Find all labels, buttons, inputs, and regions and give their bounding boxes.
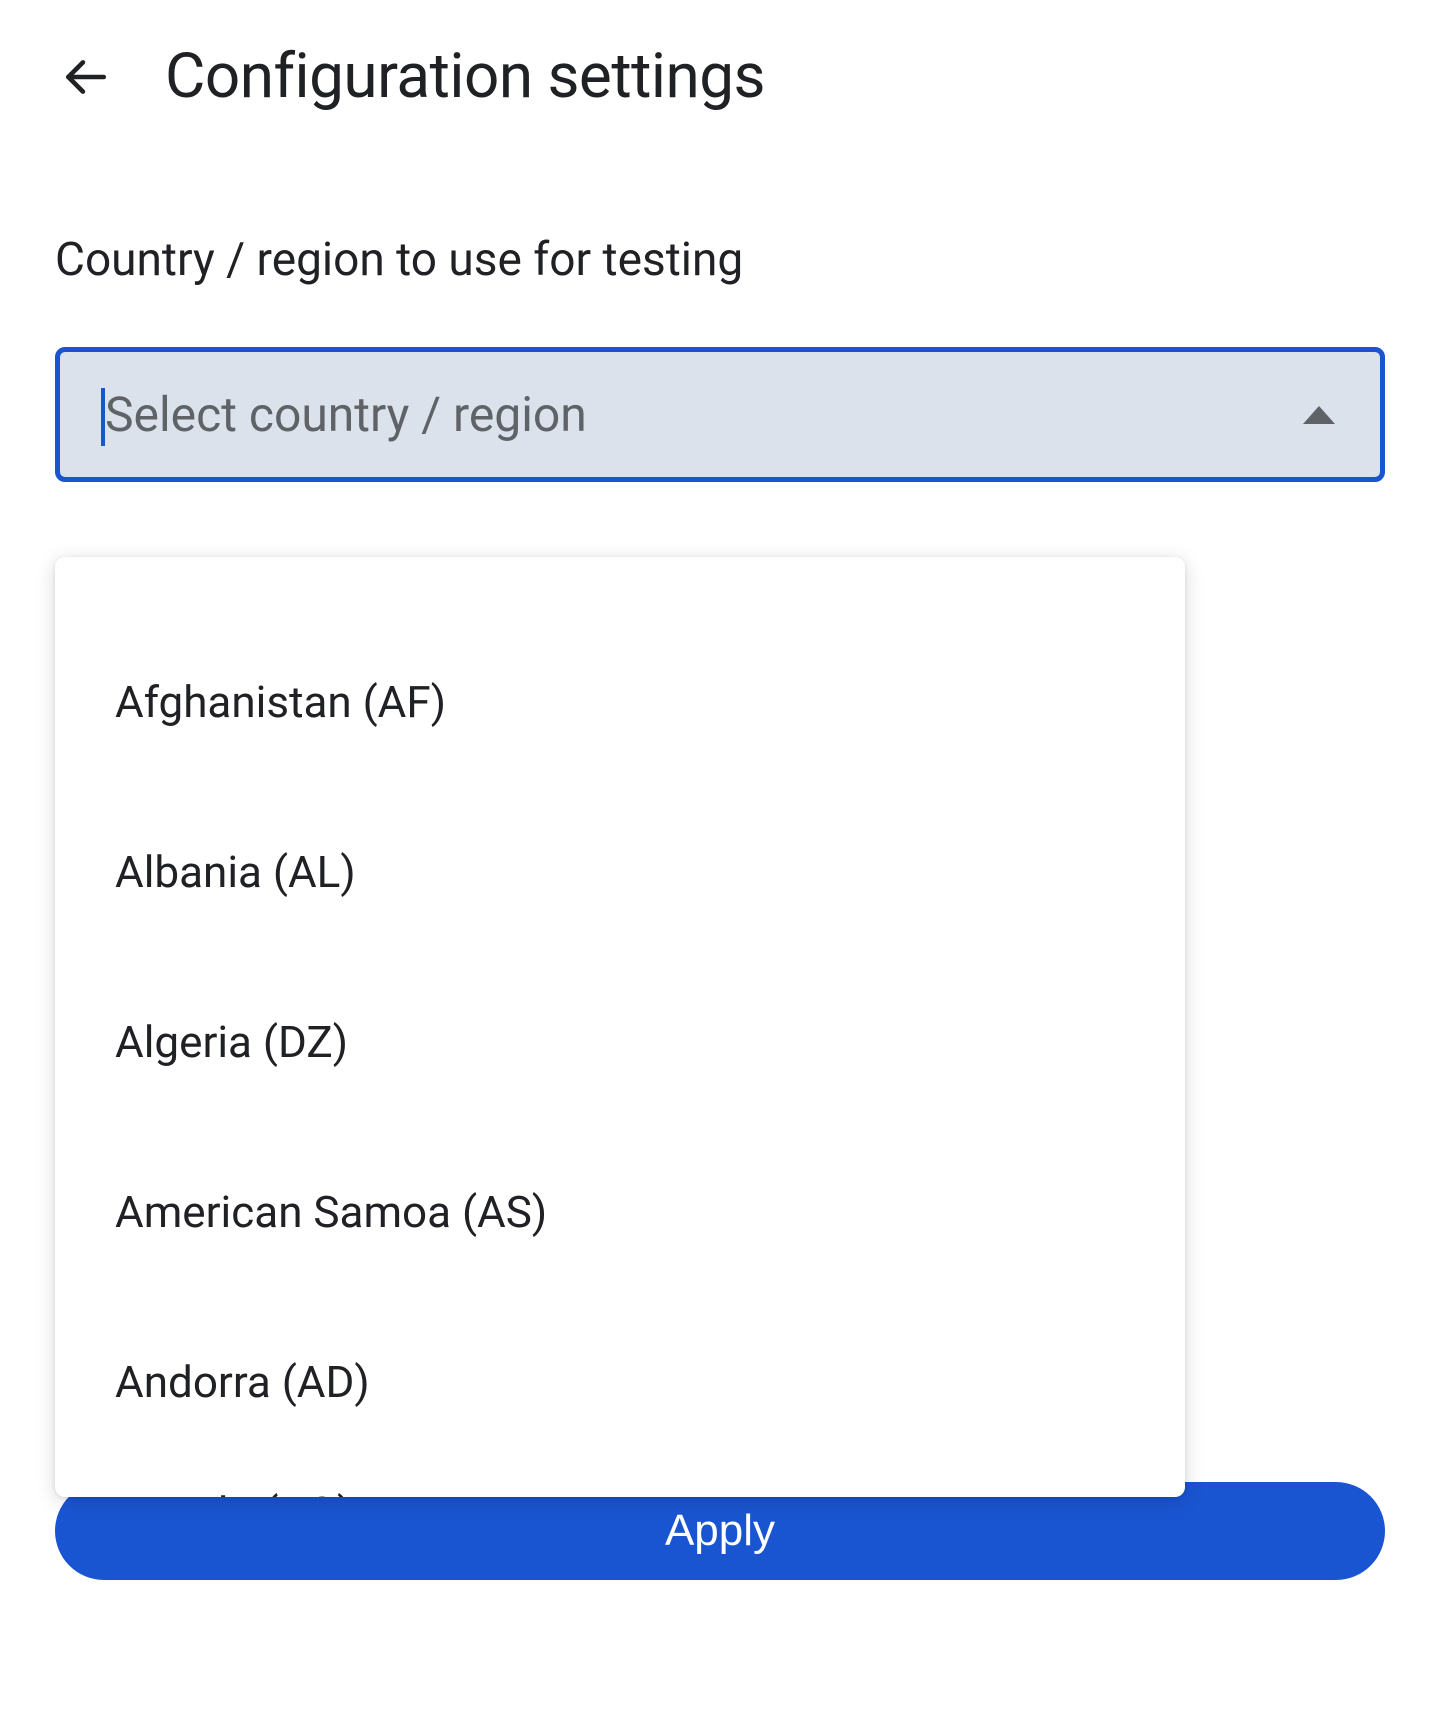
country-option[interactable]: Andorra (AD) [55, 1297, 1185, 1467]
content: Country / region to use for testing Sele… [0, 113, 1440, 482]
country-option[interactable]: American Samoa (AS) [55, 1127, 1185, 1297]
field-label: Country / region to use for testing [55, 233, 1385, 287]
country-option-label: Angola (AO) [115, 1487, 352, 1497]
back-button[interactable] [55, 47, 115, 107]
country-dropdown-panel: Afghanistan (AF) Albania (AL) Algeria (D… [55, 557, 1185, 1497]
country-option[interactable]: Algeria (DZ) [55, 957, 1185, 1127]
chevron-up-icon [1303, 406, 1335, 424]
page-title: Configuration settings [165, 40, 765, 113]
select-placeholder: Select country / region [105, 386, 587, 443]
country-option[interactable]: Albania (AL) [55, 787, 1185, 957]
country-dropdown-list: Afghanistan (AF) Albania (AL) Algeria (D… [55, 557, 1185, 1497]
country-select[interactable]: Select country / region [55, 347, 1385, 482]
country-option[interactable]: Angola (AO) [55, 1467, 1185, 1497]
select-container: Select country / region Afghanistan (AF)… [55, 347, 1385, 482]
arrow-left-icon [60, 52, 110, 102]
select-placeholder-text: Select country / region [105, 386, 587, 443]
header: Configuration settings [0, 0, 1440, 113]
text-cursor [101, 388, 105, 446]
country-option[interactable]: Afghanistan (AF) [55, 617, 1185, 787]
